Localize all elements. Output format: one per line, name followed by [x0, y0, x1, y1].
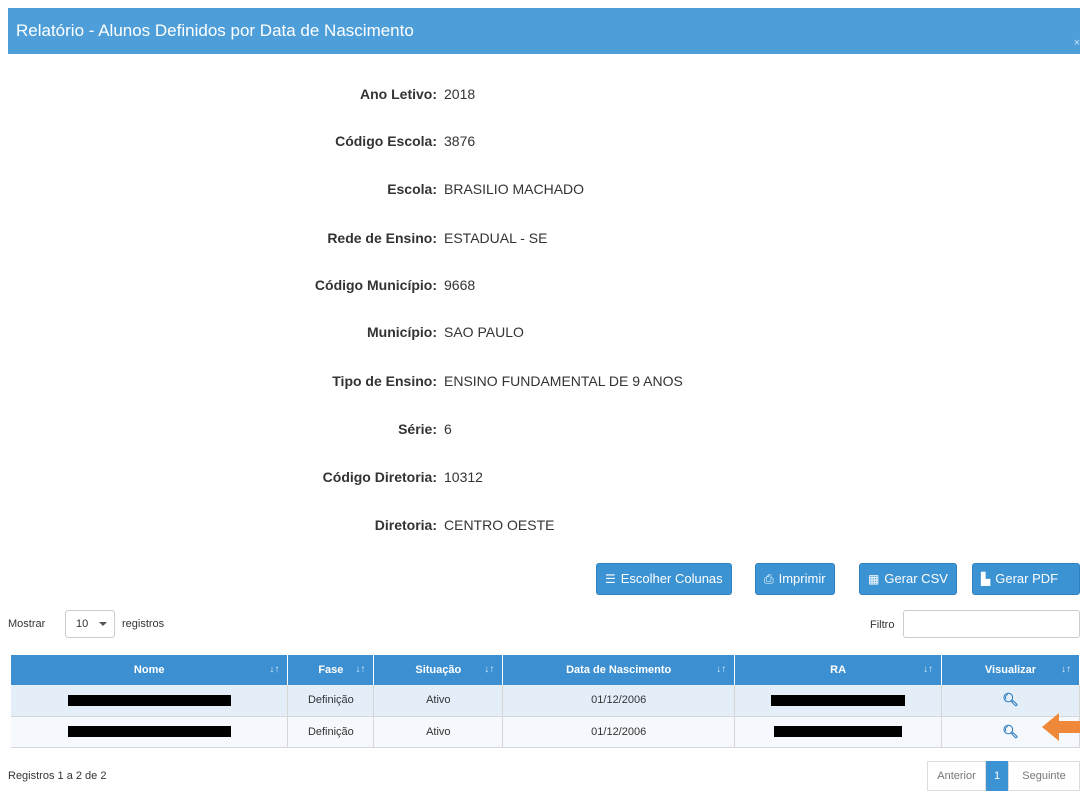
report-modal: Relatório - Alunos Definidos por Data de… — [8, 0, 1080, 791]
records-info: Registros 1 a 2 de 2 — [8, 770, 107, 782]
pagination-prev[interactable]: Anterior — [927, 761, 986, 791]
table-row: Definição Ativo 01/12/2006 🔍︎ — [11, 685, 1080, 717]
print-label: Imprimir — [778, 571, 826, 586]
search-icon[interactable]: 🔍︎ — [1002, 724, 1019, 739]
info-label: Rede de Ensino: — [327, 230, 437, 246]
info-label: Código Escola: — [335, 133, 437, 149]
info-row-municipio: Município: SAO PAULO — [8, 322, 1080, 342]
info-value: 2018 — [444, 86, 476, 102]
info-value: 10312 — [444, 469, 483, 485]
caret-down-icon — [99, 622, 107, 626]
pdf-button[interactable]: ▙ Gerar PDF — [972, 563, 1080, 595]
info-label: Ano Letivo: — [360, 86, 437, 102]
cell-ra — [734, 716, 943, 748]
table-row: Definição Ativo 01/12/2006 🔍︎ — [11, 716, 1080, 748]
column-header-visualizar[interactable]: Visualizar ↓↑ — [941, 655, 1080, 685]
filter-input[interactable] — [903, 610, 1080, 638]
students-table: Nome ↓↑ Fase ↓↑ Situação ↓↑ Data de Nascime… — [11, 655, 1080, 748]
info-row-diretoria: Diretoria: CENTRO OESTE — [8, 515, 1080, 535]
csv-label: Gerar CSV — [884, 571, 948, 586]
modal-title: Relatório - Alunos Definidos por Data de… — [16, 21, 414, 40]
cell-ra — [734, 685, 943, 717]
grid-icon: ▦ — [868, 572, 880, 586]
column-header-ra[interactable]: RA ↓↑ — [734, 655, 943, 685]
pagination-next[interactable]: Seguinte — [1008, 761, 1080, 791]
redacted-ra — [774, 726, 903, 738]
print-icon: ⎙ — [764, 572, 774, 586]
csv-button[interactable]: ▦ Gerar CSV — [859, 563, 957, 595]
file-icon: ▙ — [981, 572, 991, 586]
info-row-serie: Série: 6 — [8, 419, 1080, 439]
sort-icon: ↓↑ — [716, 664, 727, 675]
pagination-page-1[interactable]: 1 — [986, 761, 1008, 791]
column-header-data-nascimento[interactable]: Data de Nascimento ↓↑ — [502, 655, 736, 685]
choose-columns-button[interactable]: ☰ Escolher Colunas — [596, 563, 732, 595]
info-value: 3876 — [444, 133, 476, 149]
cell-data-nascimento: 01/12/2006 — [502, 685, 736, 717]
arrow-left-icon — [1042, 713, 1080, 741]
print-button[interactable]: ⎙ Imprimir — [755, 563, 835, 595]
info-value: SAO PAULO — [444, 324, 524, 340]
close-icon[interactable]: × — [1074, 20, 1080, 66]
info-label: Município: — [367, 324, 437, 340]
sort-icon: ↓↑ — [1061, 664, 1071, 675]
cell-fase: Definição — [287, 716, 375, 748]
show-label: Mostrar — [8, 618, 46, 630]
info-value: ENSINO FUNDAMENTAL DE 9 ANOS — [444, 373, 683, 389]
search-icon[interactable]: 🔍︎ — [1002, 692, 1019, 707]
info-value: CENTRO OESTE — [444, 517, 555, 533]
cell-fase: Definição — [287, 685, 375, 717]
sort-icon: ↓↑ — [355, 664, 366, 675]
redacted-ra — [771, 694, 906, 706]
sort-asc-icon: ↓↑ — [269, 664, 280, 675]
page-length-value: 10 — [76, 618, 89, 630]
page-length-select[interactable]: 10 — [65, 610, 115, 638]
redacted-name — [67, 726, 231, 738]
cell-situacao: Ativo — [373, 716, 504, 748]
modal-header: Relatório - Alunos Definidos por Data de… — [8, 8, 1080, 54]
info-value: BRASILIO MACHADO — [444, 181, 585, 197]
info-row-tipo-ensino: Tipo de Ensino: ENSINO FUNDAMENTAL DE 9 … — [8, 371, 1080, 391]
column-header-situacao[interactable]: Situação ↓↑ — [373, 655, 504, 685]
pdf-label: Gerar PDF — [995, 571, 1059, 586]
sort-icon: ↓↑ — [484, 664, 495, 675]
info-label: Código Município: — [314, 277, 437, 293]
redacted-name — [67, 694, 231, 706]
info-row-ano-letivo: Ano Letivo: 2018 — [8, 84, 1080, 104]
info-value: 9668 — [444, 277, 476, 293]
info-row-codigo-diretoria: Código Diretoria: 10312 — [8, 467, 1080, 487]
cell-nome — [11, 716, 289, 748]
info-row-escola: Escola: BRASILIO MACHADO — [8, 179, 1080, 199]
filter-label: Filtro — [870, 619, 895, 631]
info-label: Escola: — [387, 181, 437, 197]
info-label: Diretoria: — [374, 517, 437, 533]
column-header-fase[interactable]: Fase ↓↑ — [287, 655, 375, 685]
column-header-nome[interactable]: Nome ↓↑ — [11, 655, 289, 685]
choose-columns-label: Escolher Colunas — [620, 571, 723, 586]
cell-data-nascimento: 01/12/2006 — [502, 716, 736, 748]
records-label: registros — [122, 618, 165, 630]
info-row-codigo-municipio: Código Município: 9668 — [8, 275, 1080, 295]
info-row-rede-ensino: Rede de Ensino: ESTADUAL - SE — [8, 228, 1080, 248]
table-header-row: Nome ↓↑ Fase ↓↑ Situação ↓↑ Data de Nascime… — [11, 655, 1080, 685]
info-row-codigo-escola: Código Escola: 3876 — [8, 131, 1080, 151]
info-value: 6 — [444, 421, 452, 437]
list-icon: ☰ — [605, 572, 616, 586]
cell-situacao: Ativo — [373, 685, 504, 717]
cell-nome — [11, 685, 289, 717]
info-label: Código Diretoria: — [322, 469, 437, 485]
info-label: Série: — [398, 421, 437, 437]
sort-icon: ↓↑ — [923, 664, 934, 675]
info-value: ESTADUAL - SE — [444, 230, 548, 246]
info-label: Tipo de Ensino: — [332, 373, 437, 389]
